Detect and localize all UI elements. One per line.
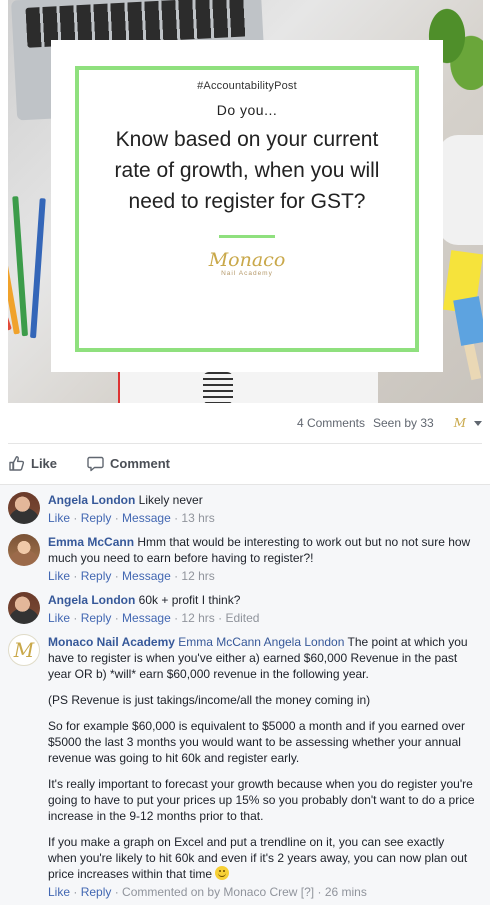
comment-meta: Like · Reply · Commented on by Monaco Cr… bbox=[48, 885, 367, 899]
comment-timestamp[interactable]: 13 hrs bbox=[181, 511, 214, 525]
comment-reply-link[interactable]: Reply bbox=[81, 885, 112, 899]
comment-reply-link[interactable]: Reply bbox=[81, 511, 112, 525]
comment-item: Angela London Likely never Like · Reply … bbox=[8, 492, 476, 526]
comment-paragraph: It's really important to forecast your g… bbox=[48, 777, 475, 823]
quote-card: #AccountabilityPost Do you... Know based… bbox=[51, 40, 443, 372]
notebook-photo bbox=[118, 372, 378, 403]
comment-mention[interactable]: Emma McCann bbox=[178, 635, 261, 649]
page-logo-icon: M bbox=[453, 416, 466, 430]
comment-author[interactable]: Monaco Nail Academy bbox=[48, 635, 175, 649]
like-button[interactable]: Like bbox=[8, 455, 57, 472]
comment-paragraph: So for example $60,000 is equivalent to … bbox=[48, 719, 465, 765]
avatar[interactable] bbox=[8, 534, 40, 566]
thumbs-up-icon bbox=[9, 455, 25, 471]
post-headline: Know based on your current rate of growt… bbox=[114, 128, 380, 213]
quote-card-frame: #AccountabilityPost Do you... Know based… bbox=[75, 66, 419, 352]
comment-like-link[interactable]: Like bbox=[48, 569, 70, 583]
comment-button[interactable]: Comment bbox=[87, 455, 170, 472]
sticky-note-photo bbox=[453, 296, 483, 346]
comment-like-link[interactable]: Like bbox=[48, 885, 70, 899]
brand-avatar-logo: M bbox=[13, 638, 35, 662]
notebook-spiral-photo bbox=[203, 372, 233, 403]
comment-mention[interactable]: Angela London bbox=[264, 635, 345, 649]
comment-meta: Like · Reply · Message · 12 hrs bbox=[48, 569, 215, 583]
comment-timestamp[interactable]: 12 hrs bbox=[181, 569, 214, 583]
like-label: Like bbox=[31, 455, 58, 471]
comment-author[interactable]: Angela London bbox=[48, 593, 135, 607]
comment-item: M Monaco Nail Academy Emma McCann Angela… bbox=[8, 634, 476, 900]
comment-timestamp[interactable]: 26 mins bbox=[325, 885, 367, 899]
brand-logo-subtitle: Nail Academy bbox=[221, 270, 273, 277]
comments-count[interactable]: 4 Comments bbox=[297, 416, 365, 430]
mug-photo bbox=[438, 135, 483, 245]
comment-reply-link[interactable]: Reply bbox=[81, 611, 112, 625]
comment-item: Emma McCann Hmm that would be interestin… bbox=[8, 534, 476, 584]
comment-message-link[interactable]: Message bbox=[122, 569, 171, 583]
post-stats: 4 Comments Seen by 33 M bbox=[0, 413, 482, 433]
comment-meta: Like · Reply · Message · 13 hrs bbox=[48, 511, 215, 525]
avatar[interactable] bbox=[8, 592, 40, 624]
seen-by-count[interactable]: Seen by 33 bbox=[373, 416, 434, 430]
comment-text: 60k + profit I think? bbox=[138, 593, 241, 607]
comment-paragraph: (PS Revenue is just takings/income/all t… bbox=[48, 693, 371, 707]
commented-on-by-label[interactable]: Commented on by Monaco Crew [?] bbox=[122, 885, 314, 899]
comment-message-link[interactable]: Message bbox=[122, 611, 171, 625]
comment-edited-label[interactable]: Edited bbox=[225, 611, 259, 625]
speech-bubble-icon bbox=[87, 456, 104, 471]
post-actions: Like Comment bbox=[8, 452, 200, 474]
avatar[interactable]: M bbox=[8, 634, 40, 666]
post-image[interactable]: #AccountabilityPost Do you... Know based… bbox=[8, 0, 483, 403]
avatar[interactable] bbox=[8, 492, 40, 524]
comment-text: Likely never bbox=[138, 493, 203, 507]
comment-author[interactable]: Emma McCann bbox=[48, 535, 134, 549]
chevron-down-icon bbox=[474, 420, 482, 426]
comment-label: Comment bbox=[110, 455, 170, 471]
comment-item: Angela London 60k + profit I think? Like… bbox=[8, 592, 476, 626]
comment-like-link[interactable]: Like bbox=[48, 611, 70, 625]
comment-message-link[interactable]: Message bbox=[122, 511, 171, 525]
comment-timestamp[interactable]: 12 hrs bbox=[181, 611, 214, 625]
brand-logo-word: Monaco bbox=[208, 249, 286, 271]
post-hashtag: #AccountabilityPost bbox=[197, 80, 297, 92]
comment-author[interactable]: Angela London bbox=[48, 493, 135, 507]
divider bbox=[8, 443, 482, 444]
comment-paragraph: If you make a graph on Excel and put a t… bbox=[48, 835, 468, 881]
post-intro: Do you... bbox=[216, 102, 278, 118]
comment-reply-link[interactable]: Reply bbox=[81, 569, 112, 583]
pencils-photo bbox=[8, 190, 46, 340]
comment-meta: Like · Reply · Message · 12 hrs · Edited bbox=[48, 611, 260, 625]
smiley-emoji-icon bbox=[215, 866, 230, 880]
brand-logo: Monaco Nail Academy bbox=[209, 250, 286, 277]
comment-paragraph-last: If you make a graph on Excel and put a t… bbox=[48, 834, 476, 882]
card-divider bbox=[219, 235, 275, 238]
page-voice-switcher[interactable]: M bbox=[446, 416, 482, 430]
comment-like-link[interactable]: Like bbox=[48, 511, 70, 525]
